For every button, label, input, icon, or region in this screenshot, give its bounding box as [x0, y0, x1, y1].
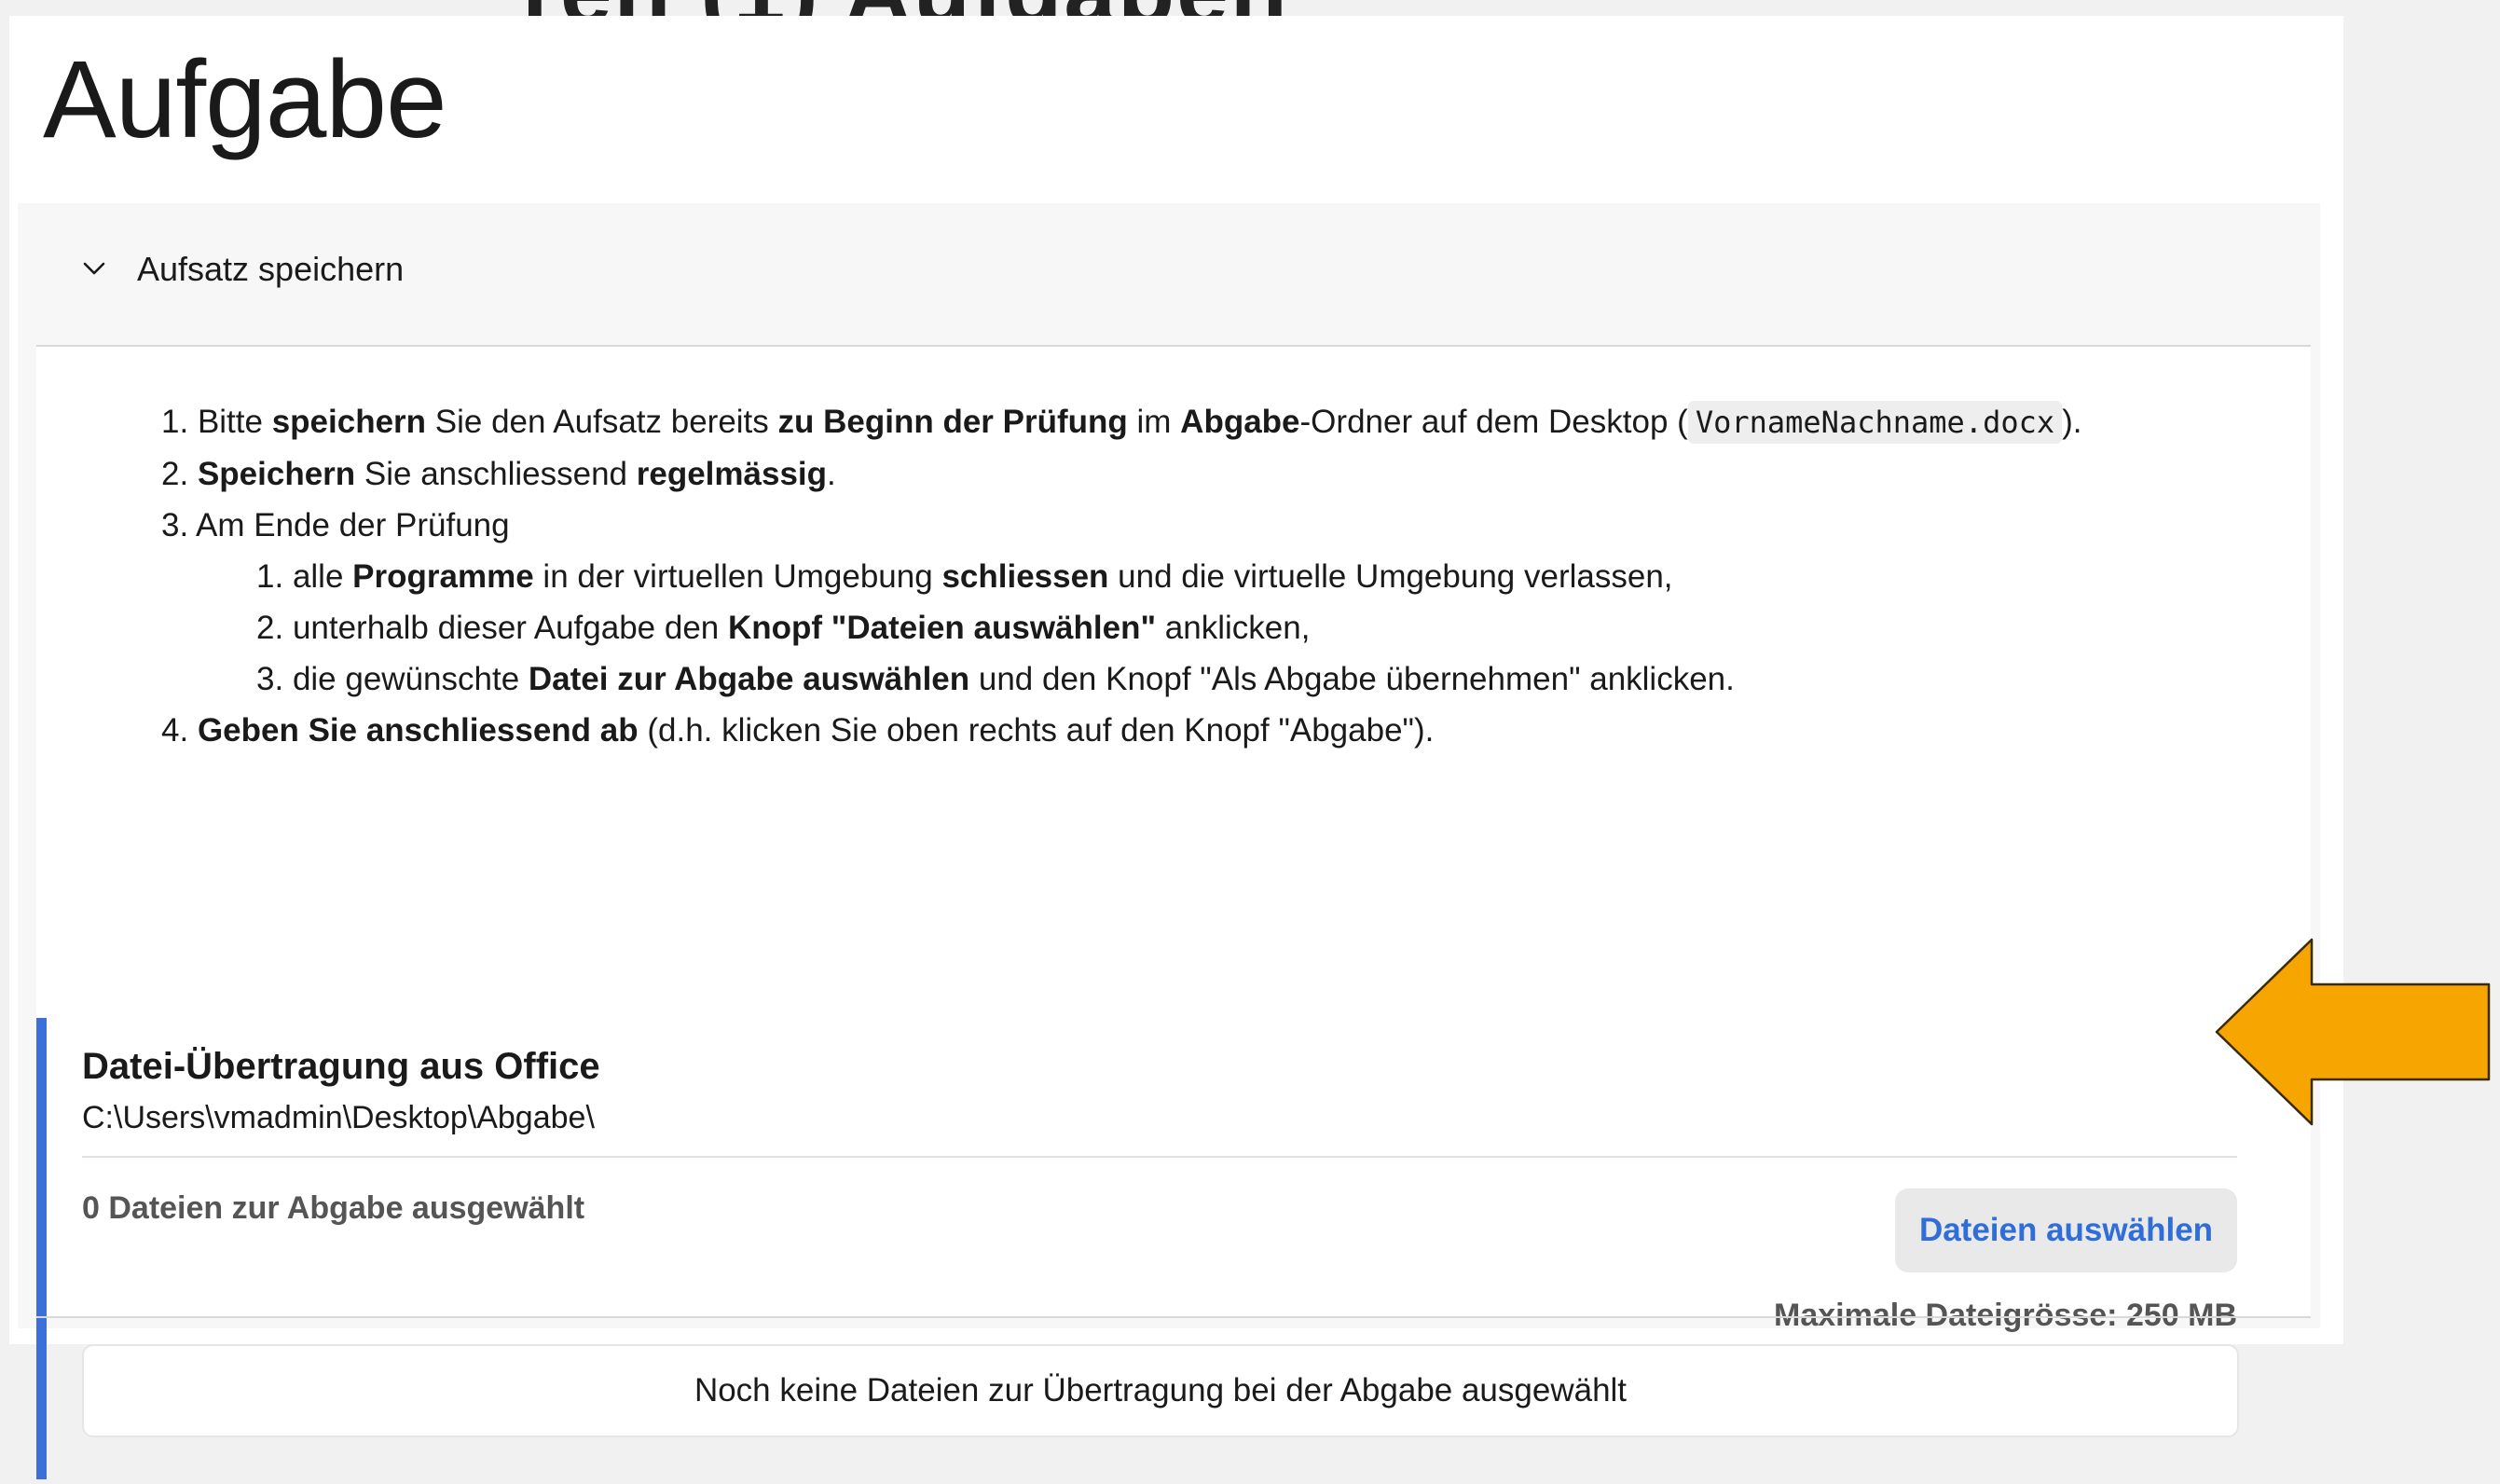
transfer-title: Datei-Übertragung aus Office — [82, 1046, 600, 1087]
instruction-subitem-3: 3. die gewünschte Datei zur Abgabe auswä… — [256, 661, 1735, 697]
accordion-content: 1. Bitte speichern Sie den Aufsatz berei… — [36, 347, 2311, 1479]
instruction-item-3: 3. Am Ende der Prüfung — [161, 507, 510, 543]
transfer-path: C:\Users\vmadmin\Desktop\Abgabe\ — [82, 1100, 595, 1135]
accent-bar — [36, 1018, 47, 1479]
divider — [82, 1156, 2237, 1158]
instruction-item-1: 1. Bitte speichern Sie den Aufsatz berei… — [161, 396, 2082, 448]
accordion-toggle[interactable]: Aufsatz speichern — [18, 203, 2320, 345]
top-strip: ren (1) Aufgaben — [0, 0, 2500, 16]
accordion-title: Aufsatz speichern — [137, 250, 405, 288]
page-title: Aufgabe — [43, 38, 447, 161]
chevron-down-icon — [83, 262, 105, 275]
task-card: Aufsatz speichern 1. Bitte speichern Sie… — [18, 203, 2320, 1479]
file-transfer-panel: Datei-Übertragung aus Office C:\Users\vm… — [36, 1018, 2255, 1484]
instruction-subitem-1: 1. alle Programme in der virtuellen Umge… — [256, 558, 1673, 595]
filename-code: VornameNachname.docx — [1687, 401, 2063, 444]
partial-heading-above: ren (1) Aufgaben — [522, 0, 1289, 16]
divider — [36, 1316, 2311, 1318]
choose-files-button[interactable]: Dateien auswählen — [1895, 1189, 2237, 1272]
empty-files-message: Noch keine Dateien zur Übertragung bei d… — [82, 1344, 2239, 1437]
instruction-item-4: 4. Geben Sie anschliessend ab (d.h. klic… — [161, 712, 1435, 749]
arrow-left-icon — [2215, 938, 2491, 1126]
instruction-item-2: 2. Speichern Sie anschliessend regelmäss… — [161, 456, 836, 492]
instruction-subitem-2: 2. unterhalb dieser Aufgabe den Knopf "D… — [256, 610, 1311, 646]
selected-count: 0 Dateien zur Abgabe ausgewählt — [82, 1190, 585, 1226]
